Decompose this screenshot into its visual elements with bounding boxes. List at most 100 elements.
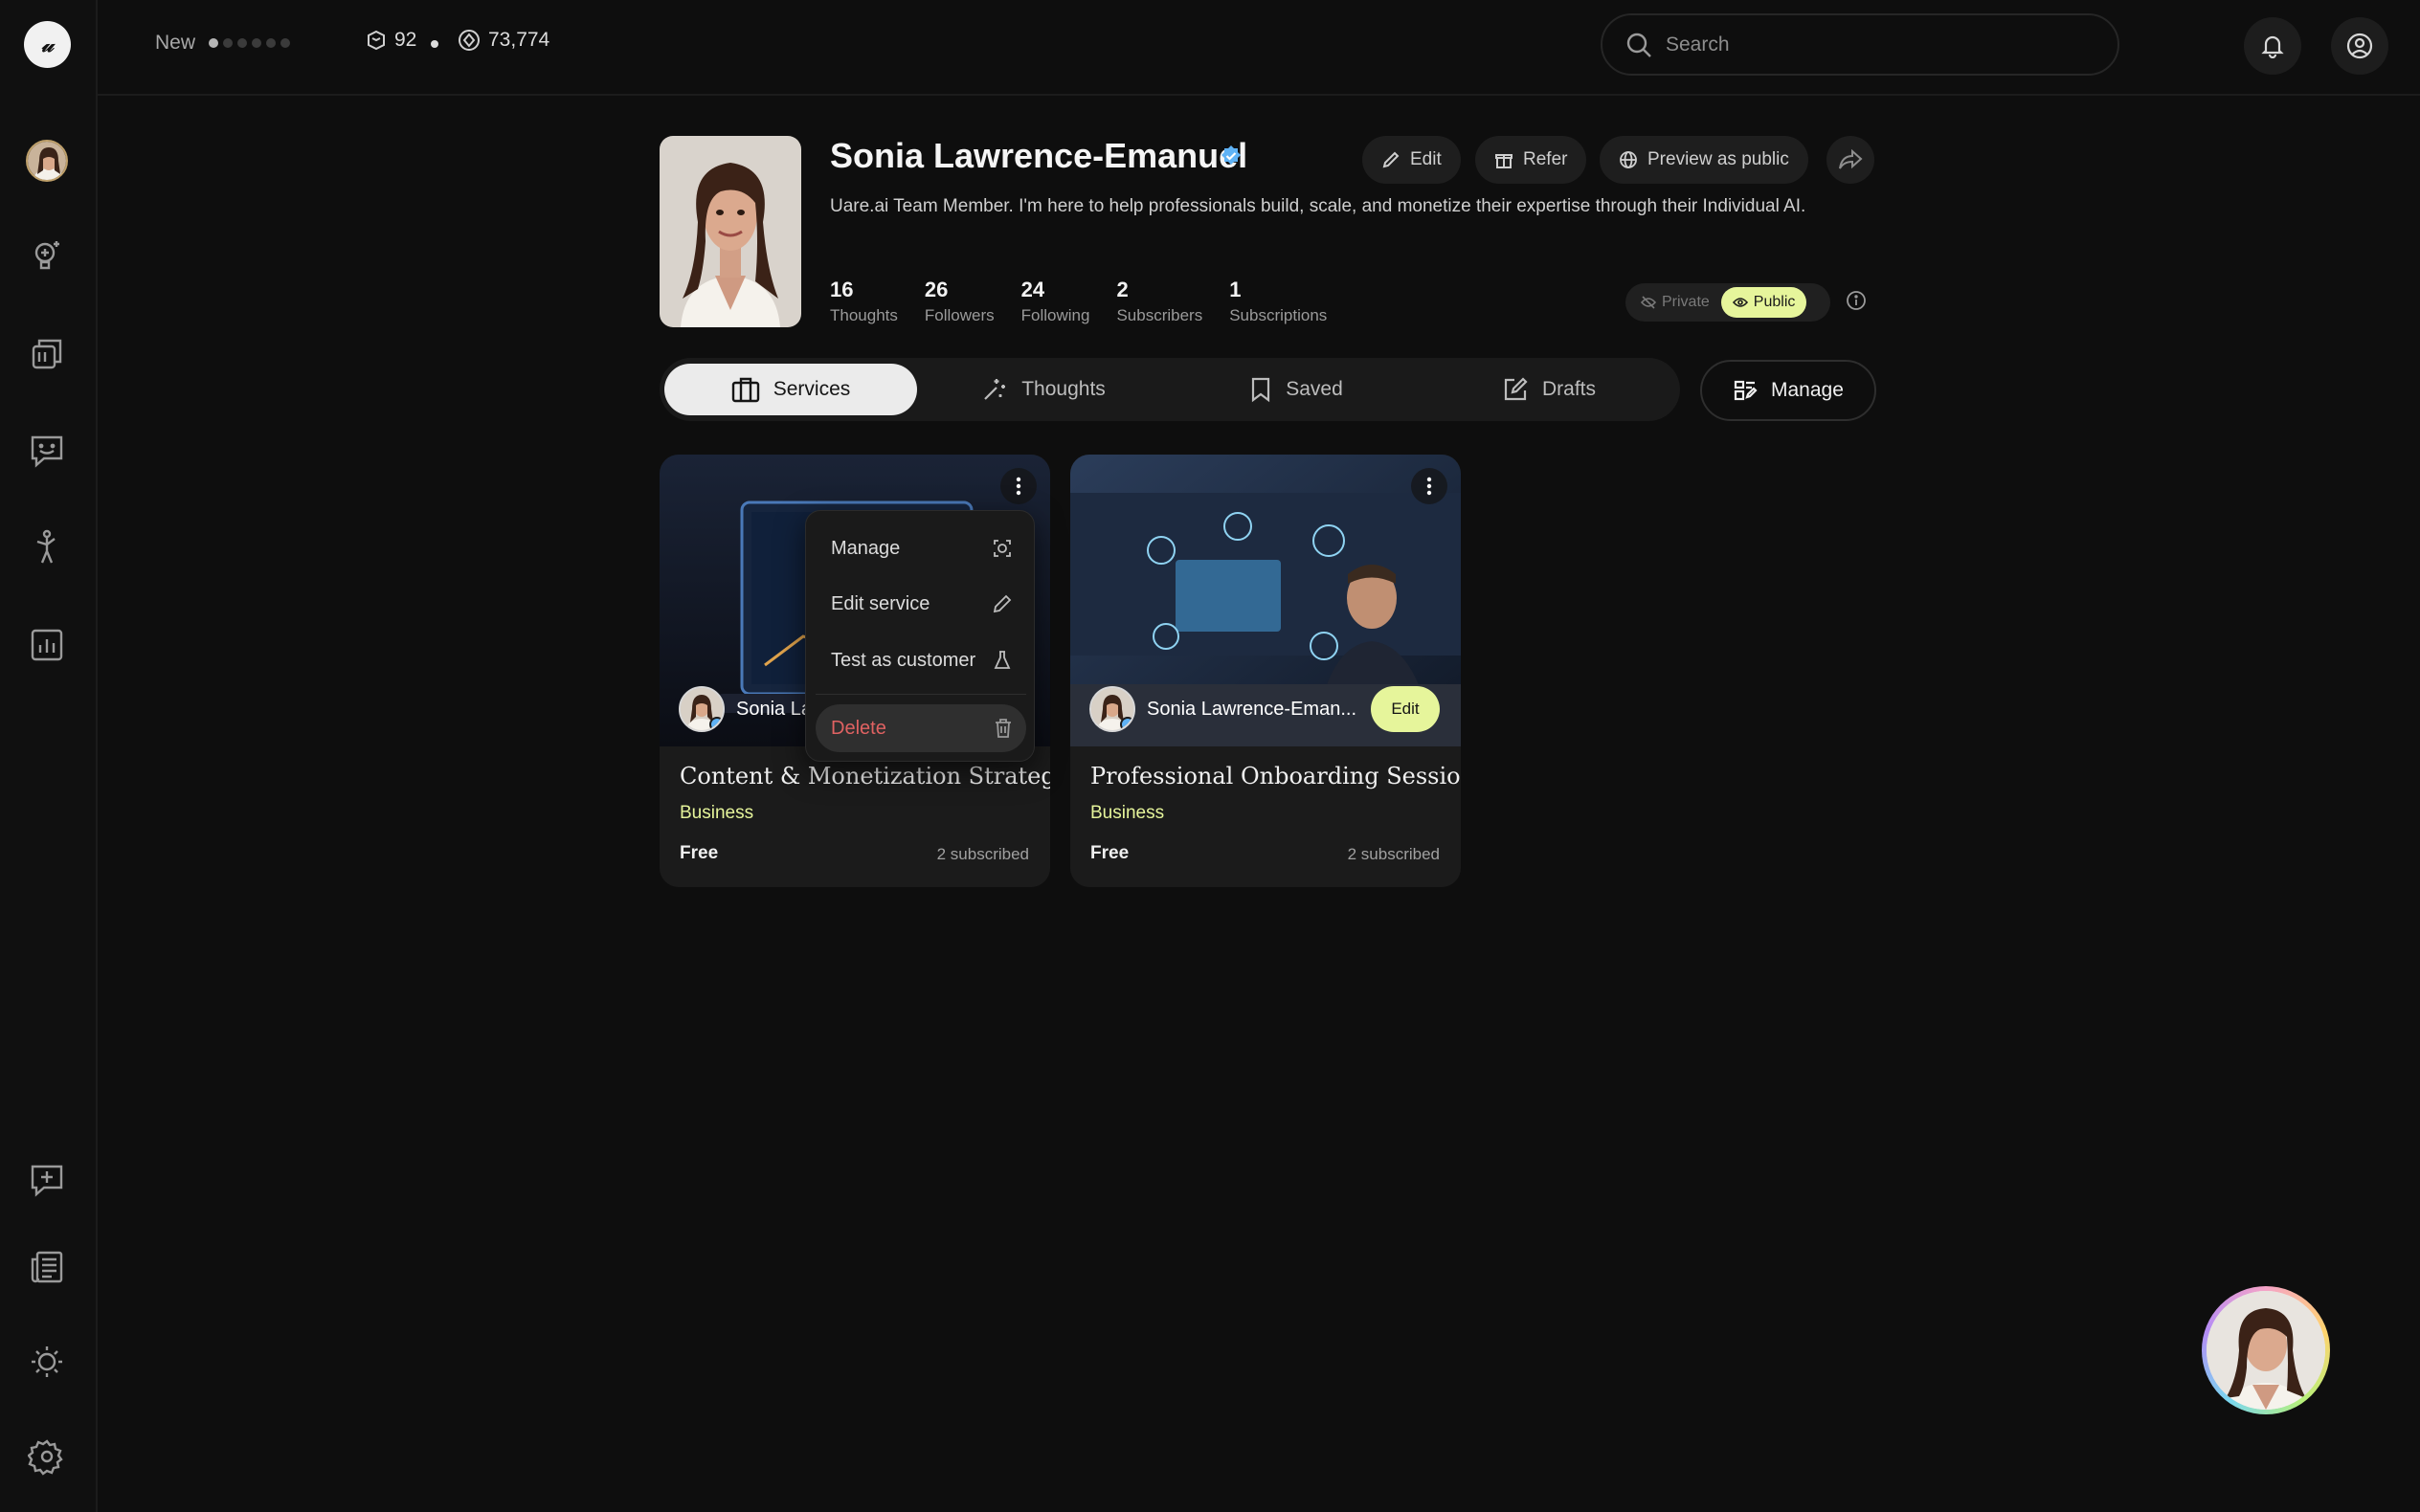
news-icon[interactable] — [24, 1244, 70, 1290]
menu-item-manage[interactable]: Manage — [816, 524, 1026, 572]
share-icon — [1839, 149, 1863, 169]
menu-item-label: Edit service — [831, 592, 930, 614]
search-box[interactable] — [1601, 13, 2119, 76]
stat-subscribers[interactable]: 2 Subscribers — [1116, 278, 1202, 325]
tokens-value: 92 — [394, 29, 417, 51]
edit-service-chip[interactable]: Edit — [1371, 686, 1440, 732]
tab-drafts[interactable]: Drafts — [1423, 364, 1675, 415]
service-author[interactable]: Sonia La — [679, 686, 812, 732]
service-category: Business — [680, 803, 754, 823]
activity-icon[interactable] — [24, 524, 70, 570]
author-avatar — [679, 686, 725, 732]
preview-public-label: Preview as public — [1647, 149, 1789, 169]
ai-assistant-avatar[interactable] — [2202, 1286, 2330, 1414]
stat-followers[interactable]: 26 Followers — [925, 278, 995, 325]
service-card[interactable]: Sonia Lawrence-Eman... Edit Professional… — [1070, 455, 1461, 887]
stat-subscriptions[interactable]: 1 Subscriptions — [1229, 278, 1327, 325]
visibility-private-option[interactable]: Private — [1629, 287, 1721, 318]
manage-grid-icon — [1734, 380, 1758, 401]
topbar: New 92 73,774 — [98, 0, 2420, 96]
stat-value: 26 — [924, 278, 949, 301]
edit-square-icon — [1504, 377, 1528, 401]
stat-value: 1 — [1229, 278, 1242, 301]
tokens-counter[interactable]: 92 — [366, 29, 416, 52]
progress-dot — [223, 38, 233, 48]
stat-label: Subscribers — [1116, 306, 1203, 324]
stat-value: 24 — [1020, 278, 1045, 301]
visibility-toggle[interactable]: Private Public — [1625, 283, 1830, 322]
card-menu-button[interactable] — [1411, 468, 1447, 504]
menu-item-test-customer[interactable]: Test as customer — [816, 636, 1026, 684]
card-menu-button[interactable] — [1000, 468, 1037, 504]
eye-off-icon — [1641, 296, 1656, 309]
ideas-icon[interactable] — [24, 233, 70, 279]
menu-item-label: Delete — [831, 717, 886, 739]
tab-thoughts[interactable]: Thoughts — [917, 364, 1170, 415]
sidebar-profile-avatar[interactable] — [26, 140, 68, 182]
share-button[interactable] — [1826, 136, 1874, 184]
tab-thoughts-label: Thoughts — [1021, 378, 1106, 400]
account-button[interactable] — [2331, 17, 2388, 75]
bell-icon — [2261, 35, 2284, 58]
kebab-icon — [1426, 477, 1432, 496]
progress-dots — [209, 38, 290, 48]
visibility-public-option[interactable]: Public — [1720, 287, 1807, 318]
theme-icon[interactable] — [24, 1339, 70, 1385]
credits-counter[interactable]: 73,774 — [458, 29, 549, 52]
briefcase-icon — [731, 377, 759, 403]
service-subscribed: 2 subscribed — [1347, 845, 1440, 863]
refer-button[interactable]: Refer — [1475, 136, 1587, 184]
separator-dot — [431, 40, 438, 48]
search-icon — [1626, 33, 1651, 57]
refer-label: Refer — [1523, 149, 1568, 169]
menu-item-delete[interactable]: Delete — [816, 704, 1026, 752]
service-price: Free — [1090, 843, 1130, 863]
preview-public-button[interactable]: Preview as public — [1600, 136, 1808, 184]
flask-icon — [994, 651, 1011, 669]
profile-name: Sonia Lawrence-Emanuel — [830, 136, 1248, 175]
globe-icon — [1620, 151, 1637, 168]
verified-dot-icon — [1120, 717, 1133, 730]
gift-icon — [1495, 154, 1512, 168]
sidebar: 𝓊 — [0, 0, 98, 1512]
verified-dot-icon — [709, 717, 723, 730]
service-author[interactable]: Sonia Lawrence-Eman... — [1089, 686, 1356, 732]
service-subscribed: 2 subscribed — [936, 845, 1029, 863]
notifications-button[interactable] — [2244, 17, 2301, 75]
stat-label: Subscriptions — [1229, 306, 1328, 324]
service-category: Business — [1090, 803, 1165, 823]
user-circle-icon — [2346, 33, 2373, 59]
progress-dot — [280, 38, 290, 48]
info-icon[interactable] — [1846, 290, 1867, 316]
kebab-icon — [1016, 477, 1021, 496]
menu-item-edit-service[interactable]: Edit service — [816, 580, 1026, 628]
stat-label: Followers — [924, 306, 995, 324]
services-icon[interactable] — [24, 331, 70, 377]
stat-thoughts[interactable]: 16 Thoughts — [830, 278, 898, 325]
content-tabs: Services Thoughts Saved Drafts — [660, 358, 1680, 421]
settings-icon[interactable] — [24, 1434, 70, 1479]
stat-value: 16 — [830, 278, 854, 301]
search-input[interactable] — [1666, 33, 2068, 56]
app-logo[interactable]: 𝓊 — [24, 21, 71, 68]
menu-divider — [816, 694, 1026, 695]
analytics-icon[interactable] — [24, 622, 70, 668]
chat-icon[interactable] — [24, 428, 70, 474]
manage-button[interactable]: Manage — [1700, 360, 1876, 421]
new-message-icon[interactable] — [24, 1157, 70, 1203]
service-price: Free — [680, 843, 719, 863]
tab-services-label: Services — [773, 378, 851, 400]
manage-label: Manage — [1771, 379, 1844, 401]
profile-stats: 16 Thoughts 26 Followers 24 Following 2 … — [830, 278, 1354, 325]
edit-profile-button[interactable]: Edit — [1362, 136, 1461, 184]
progress-dot — [209, 38, 218, 48]
stat-value: 2 — [1116, 278, 1129, 301]
new-label: New — [155, 32, 196, 54]
magic-wand-icon — [984, 379, 1006, 400]
tab-services[interactable]: Services — [664, 364, 917, 415]
stat-following[interactable]: 24 Following — [1021, 278, 1090, 325]
credits-icon — [459, 30, 480, 51]
tab-saved[interactable]: Saved — [1170, 364, 1423, 415]
profile-bio: Uare.ai Team Member. I'm here to help pr… — [830, 196, 1806, 216]
verified-badge-icon — [1220, 145, 1243, 172]
